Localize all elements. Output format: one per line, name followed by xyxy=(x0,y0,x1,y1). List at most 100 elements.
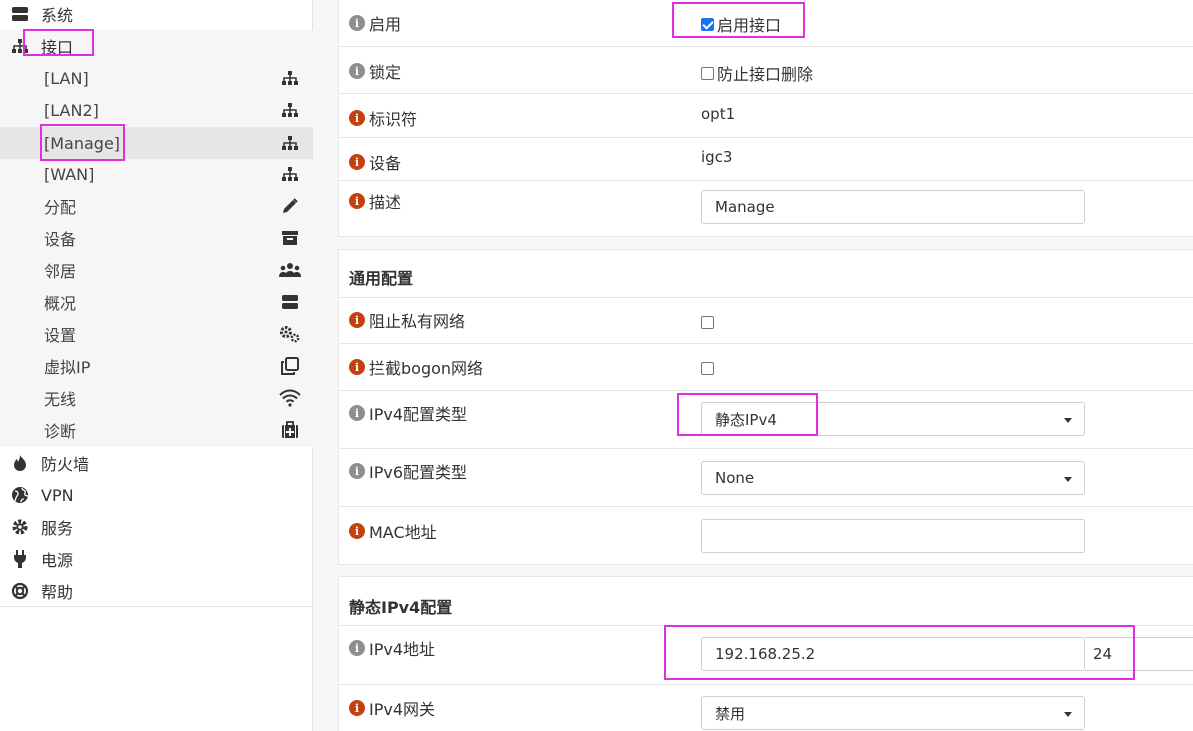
description-row: i 描述 Manage xyxy=(339,180,1193,237)
sidebar-item-label: 概况 xyxy=(44,294,77,313)
gear-icon xyxy=(10,517,30,537)
sidebar-item-manage[interactable]: [Manage] xyxy=(0,127,313,159)
ipv4-type-label: i IPv4配置类型 xyxy=(349,401,467,425)
pencil-icon xyxy=(279,195,301,217)
sidebar-item-wan[interactable]: [WAN] xyxy=(0,158,313,190)
ipv6-type-select[interactable]: None xyxy=(701,461,1085,495)
users-icon xyxy=(279,259,301,281)
block-private-label: i 阻止私有网络 xyxy=(349,308,465,332)
chevron-down-icon xyxy=(1064,477,1072,482)
description-input[interactable]: Manage xyxy=(701,190,1085,224)
ipv4-address-row: i IPv4地址 192.168.25.2 24 xyxy=(339,625,1193,684)
ipv4-type-select[interactable]: 静态IPv4 xyxy=(701,402,1085,436)
main-content: i 启用 启用接口 i 锁定 防止接口删除 i 标识符 opt1 i 设备 igc3 i… xyxy=(338,0,1193,731)
ipv4-prefix-select[interactable]: 24 xyxy=(1085,637,1193,671)
sidebar-item-lan[interactable]: [LAN] xyxy=(0,62,313,94)
lock-checkbox-wrap[interactable]: 防止接口删除 xyxy=(701,61,813,85)
enable-checkbox-label: 启用接口 xyxy=(717,16,782,35)
menu-interfaces-label: 接口 xyxy=(41,38,74,57)
general-header-row: 通用配置 xyxy=(339,250,1193,297)
info-icon[interactable]: i xyxy=(349,700,365,716)
device-row: i 设备 igc3 xyxy=(339,137,1193,180)
ipv4-type-row: i IPv4配置类型 静态IPv4 xyxy=(339,390,1193,448)
info-icon[interactable]: i xyxy=(349,15,365,31)
enable-checkbox-wrap[interactable]: 启用接口 xyxy=(701,12,781,36)
sidebar-item-lan2[interactable]: [LAN2] xyxy=(0,94,313,126)
menu-firewall[interactable]: 防火墙 xyxy=(0,447,313,479)
ipv4-address-label: i IPv4地址 xyxy=(349,636,435,660)
enable-checkbox[interactable] xyxy=(701,17,714,31)
sidebar-item-label: [Manage] xyxy=(44,133,121,153)
server-icon xyxy=(279,291,301,313)
sidebar-item-diagnostics[interactable]: 诊断 xyxy=(0,414,313,446)
sidebar-item-label: 虚拟IP xyxy=(44,358,91,377)
server-icon xyxy=(10,4,30,24)
sidebar-item-label: 设备 xyxy=(44,230,77,249)
sidebar-item-label: 诊断 xyxy=(44,422,77,441)
plug-icon xyxy=(10,549,30,569)
basic-config-panel: i 启用 启用接口 i 锁定 防止接口删除 i 标识符 opt1 i 设备 igc3 i… xyxy=(338,0,1193,237)
lock-checkbox[interactable] xyxy=(701,66,714,80)
mac-input[interactable] xyxy=(701,519,1085,553)
sidebar-item-label: 分配 xyxy=(44,198,77,217)
ipv4-address-input[interactable]: 192.168.25.2 xyxy=(701,637,1085,671)
menu-services[interactable]: 服务 xyxy=(0,511,313,543)
gears-icon xyxy=(279,323,301,345)
sidebar-item-virtual-ip[interactable]: 虚拟IP xyxy=(0,350,313,382)
menu-interfaces[interactable]: 接口 xyxy=(0,30,313,62)
info-icon[interactable]: i xyxy=(349,523,365,539)
menu-power[interactable]: 电源 xyxy=(0,543,313,575)
sidebar-item-neighbors[interactable]: 邻居 xyxy=(0,254,313,286)
info-icon[interactable]: i xyxy=(349,154,365,170)
ipv4-gateway-label: i IPv4网关 xyxy=(349,696,435,720)
wifi-icon xyxy=(279,387,301,409)
sidebar-item-label: 无线 xyxy=(44,390,77,409)
info-icon[interactable]: i xyxy=(349,110,365,126)
sitemap-icon xyxy=(279,132,301,154)
menu-system[interactable]: 系统 xyxy=(0,0,313,30)
ipv4-gateway-select[interactable]: 禁用 xyxy=(701,696,1085,730)
block-private-row: i 阻止私有网络 xyxy=(339,297,1193,343)
static-section-title: 静态IPv4配置 xyxy=(349,598,453,617)
sitemap-icon xyxy=(10,36,30,56)
block-bogon-checkbox[interactable] xyxy=(701,362,714,375)
info-icon[interactable]: i xyxy=(349,405,365,421)
menu-help[interactable]: 帮助 xyxy=(0,575,313,607)
globe-icon xyxy=(10,485,30,505)
medkit-icon xyxy=(279,419,301,441)
identifier-row: i 标识符 opt1 xyxy=(339,93,1193,137)
ipv6-type-row: i IPv6配置类型 None xyxy=(339,448,1193,506)
sidebar-item-overview[interactable]: 概况 xyxy=(0,286,313,318)
info-icon[interactable]: i xyxy=(349,359,365,375)
static-ipv4-panel: 静态IPv4配置 i IPv4地址 192.168.25.2 24 i IPv4网关… xyxy=(338,576,1193,731)
static-header-row: 静态IPv4配置 xyxy=(339,577,1193,625)
menu-services-label: 服务 xyxy=(41,519,74,538)
block-private-checkbox[interactable] xyxy=(701,316,714,329)
menu-vpn-label: VPN xyxy=(41,485,74,505)
menu-vpn[interactable]: VPN xyxy=(0,479,313,511)
device-value: igc3 xyxy=(701,148,733,166)
identifier-label: i 标识符 xyxy=(349,106,417,130)
info-icon[interactable]: i xyxy=(349,640,365,656)
identifier-value: opt1 xyxy=(701,105,736,123)
sidebar-item-settings[interactable]: 设置 xyxy=(0,318,313,350)
block-private-checkbox-wrap[interactable] xyxy=(701,315,714,333)
block-bogon-checkbox-wrap[interactable] xyxy=(701,361,714,379)
sidebar-item-wireless[interactable]: 无线 xyxy=(0,382,313,414)
lock-checkbox-label: 防止接口删除 xyxy=(717,65,814,84)
chevron-down-icon xyxy=(1064,418,1072,423)
info-icon[interactable]: i xyxy=(349,463,365,479)
info-icon[interactable]: i xyxy=(349,312,365,328)
fire-icon xyxy=(10,453,30,473)
sitemap-icon xyxy=(279,163,301,185)
ipv6-type-label: i IPv6配置类型 xyxy=(349,459,467,483)
sitemap-icon xyxy=(279,67,301,89)
info-icon[interactable]: i xyxy=(349,193,365,209)
lock-label: i 锁定 xyxy=(349,59,401,83)
description-label: i 描述 xyxy=(349,189,401,213)
mac-label: i MAC地址 xyxy=(349,519,437,543)
sidebar-item-devices[interactable]: 设备 xyxy=(0,222,313,254)
sidebar-item-assign[interactable]: 分配 xyxy=(0,190,313,222)
menu-system-label: 系统 xyxy=(41,6,74,25)
info-icon[interactable]: i xyxy=(349,63,365,79)
